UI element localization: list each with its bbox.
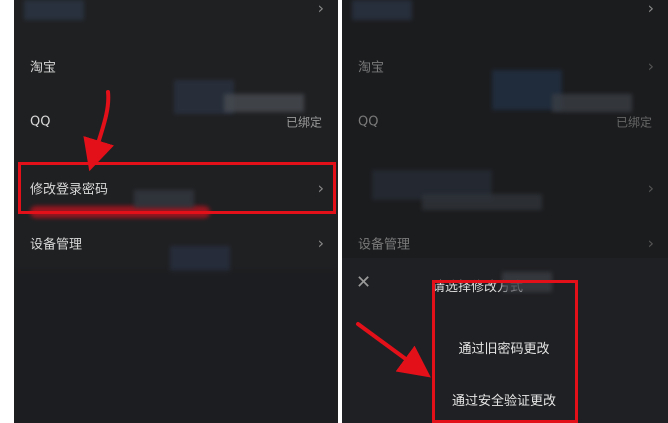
arrow-to-change-password <box>83 90 114 172</box>
arrow-to-options <box>356 322 431 378</box>
annotation-arrows <box>83 90 431 378</box>
